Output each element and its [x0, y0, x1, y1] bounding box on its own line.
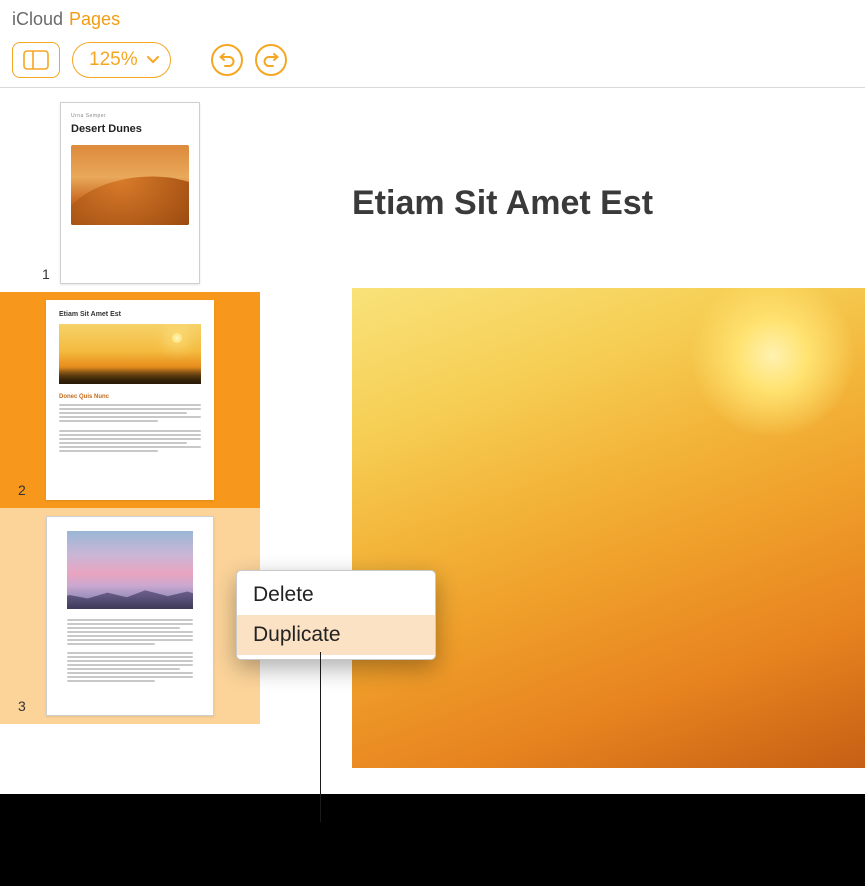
redo-button[interactable]: [255, 44, 287, 76]
document-hero-image: [352, 288, 865, 768]
zoom-value: 125%: [89, 49, 138, 71]
chevron-down-icon: [146, 55, 160, 65]
thumb-title: Desert Dunes: [71, 123, 189, 135]
menu-item-delete[interactable]: Delete: [237, 575, 435, 615]
thumb-image: [59, 324, 201, 384]
toolbar: 125%: [0, 32, 865, 88]
sidebar-layout-icon: [23, 50, 49, 70]
page-number: 3: [18, 698, 26, 714]
page-thumbnail-sidebar[interactable]: Urna Semper Desert Dunes 1 Etiam Sit Ame…: [0, 88, 260, 886]
thumb-body-lines: [67, 619, 193, 682]
thumb-image: [71, 145, 189, 225]
workspace: Urna Semper Desert Dunes 1 Etiam Sit Ame…: [0, 88, 865, 886]
page-thumbnail-selected[interactable]: Etiam Sit Amet Est Donec Quis Nunc 2: [0, 292, 260, 508]
page-number: 1: [42, 266, 50, 282]
undo-button[interactable]: [211, 44, 243, 76]
callout-leader-line: [320, 652, 321, 822]
thumbnail-content: Etiam Sit Amet Est Donec Quis Nunc: [46, 300, 214, 500]
bottom-black-region: [0, 794, 865, 886]
brand-icloud: iCloud: [12, 9, 63, 30]
page-thumbnail[interactable]: Urna Semper Desert Dunes 1: [0, 88, 260, 292]
thumbnail-content: Urna Semper Desert Dunes: [60, 102, 200, 284]
page-number: 2: [18, 482, 26, 498]
thumbnail-content: [46, 516, 214, 716]
app-title-bar: iCloud Pages: [0, 0, 865, 32]
undo-icon: [218, 51, 236, 69]
thumb-subheading: Donec Quis Nunc: [59, 394, 201, 400]
document-heading: Etiam Sit Amet Est: [352, 184, 653, 223]
view-options-button[interactable]: [12, 42, 60, 78]
thumb-heading: Etiam Sit Amet Est: [59, 311, 201, 318]
document-canvas[interactable]: Etiam Sit Amet Est: [260, 88, 865, 886]
zoom-select[interactable]: 125%: [72, 42, 171, 78]
page-thumbnail[interactable]: 3: [0, 508, 260, 724]
brand-pages: Pages: [69, 9, 120, 30]
thumb-body-lines: [59, 404, 201, 452]
redo-icon: [262, 51, 280, 69]
thumb-subtitle: Urna Semper: [71, 113, 189, 119]
context-menu: Delete Duplicate: [236, 570, 436, 660]
menu-item-duplicate[interactable]: Duplicate: [237, 615, 435, 655]
thumb-image: [67, 531, 193, 609]
